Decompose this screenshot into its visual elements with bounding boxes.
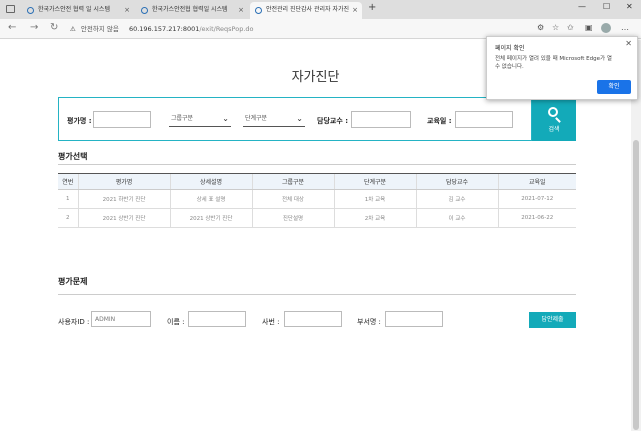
table-row[interactable]: 1 2021 하반기 진단 상세 표 설명 전체 대상 1차 교육 김 교수 2…: [58, 189, 576, 209]
emp-no-input[interactable]: [284, 311, 342, 327]
tab-actions-icon[interactable]: [6, 5, 15, 13]
back-icon[interactable]: ←: [8, 22, 16, 33]
more-menu-icon[interactable]: …: [621, 23, 629, 32]
cell: 1: [58, 189, 78, 209]
tab-label: 한국가스안전 협력 일 시스템: [38, 6, 110, 13]
cell: 상세 표 설명: [169, 189, 252, 209]
col-header: 평가명: [77, 173, 170, 190]
security-label: 안전하지 않음: [80, 25, 119, 33]
eval-name-label: 평가명 :: [67, 117, 92, 125]
group-select[interactable]: 그룹구분 ⌄: [169, 112, 231, 127]
col-header: 그룹구분: [251, 173, 334, 190]
tab-close-icon[interactable]: ×: [124, 2, 130, 18]
url-field[interactable]: ⚠ 안전하지 않음 60.196.157.217:8001/exit/ReqsP…: [70, 22, 550, 36]
warning-icon: ⚠: [70, 25, 76, 33]
user-id-input[interactable]: [91, 311, 151, 327]
col-header: 상세설명: [169, 173, 252, 190]
search-button-label: 검색: [548, 126, 560, 133]
tab-close-icon[interactable]: ×: [238, 2, 244, 18]
date-label: 교육일 :: [427, 117, 452, 125]
divider: [58, 164, 576, 165]
forward-icon[interactable]: →: [30, 22, 38, 33]
tab-close-icon[interactable]: ×: [352, 2, 358, 18]
tab-favicon-icon: [141, 7, 148, 14]
search-icon: [548, 107, 558, 117]
group-select-value: 그룹구분: [171, 115, 194, 122]
stage-select-value: 단계구분: [245, 115, 268, 122]
browser-tab-2[interactable]: 한국가스안전협 협력일 시스템 ×: [136, 2, 248, 19]
cell: 전체 대상: [251, 189, 334, 209]
submit-answer-button[interactable]: 답안제출: [529, 312, 576, 328]
col-header: 교육일: [497, 173, 576, 190]
new-tab-icon[interactable]: +: [368, 2, 376, 13]
browser-tab-1[interactable]: 한국가스안전 협력 일 시스템 ×: [22, 2, 134, 19]
eval-name-input[interactable]: [93, 111, 151, 128]
col-header: 연번: [58, 173, 78, 190]
minimize-icon[interactable]: —: [578, 2, 586, 11]
collections-icon[interactable]: ▣: [585, 23, 593, 32]
cell: 2021-06-22: [497, 208, 576, 228]
browser-tab-3[interactable]: 안전관리 진단감사 관리자 자가진 ×: [250, 2, 362, 19]
cell: 이 교수: [415, 208, 498, 228]
tab-label: 안전관리 진단감사 관리자 자가진: [266, 6, 350, 13]
name-label: 이름 :: [167, 318, 185, 326]
cell: 1차 교육: [333, 189, 416, 209]
popup-close-icon[interactable]: ✕: [625, 39, 632, 48]
tab-favicon-icon: [255, 7, 262, 14]
divider: [58, 294, 576, 295]
popup-title: 페이지 확인: [495, 45, 525, 52]
stage-select[interactable]: 단계구분 ⌄: [243, 112, 305, 127]
eval-select-title: 평가선택: [58, 152, 88, 161]
dept-label: 부서명 :: [357, 318, 381, 326]
url-host: 60.196.157.217:8001: [128, 25, 200, 33]
profile-avatar[interactable]: [601, 23, 611, 33]
professor-label: 담당교수 :: [317, 117, 348, 125]
tab-label: 한국가스안전협 협력일 시스템: [152, 6, 228, 13]
table-header-row: 연번 평가명 상세설명 그룹구분 단계구분 담당교수 교육일: [58, 173, 576, 190]
chevron-down-icon: ⌄: [222, 114, 229, 123]
favorite-icon[interactable]: ☆: [552, 23, 559, 32]
cell: 김 교수: [415, 189, 498, 209]
favorites-bar-icon[interactable]: ✩: [567, 23, 574, 32]
cell: 진단설명: [251, 208, 334, 228]
emp-no-label: 사번 :: [262, 318, 280, 326]
tab-favicon-icon: [27, 7, 34, 14]
window-close-icon[interactable]: ✕: [626, 2, 633, 11]
notification-popup: 페이지 확인 ✕ 전체 페이지가 열려 있을 때 Microsoft Edge가…: [486, 36, 638, 100]
cell: 2021 하반기 진단: [77, 189, 170, 209]
eval-question-title: 평가문제: [58, 277, 88, 286]
dept-input[interactable]: [385, 311, 443, 327]
scrollbar-thumb[interactable]: [633, 140, 639, 430]
col-header: 단계구분: [333, 173, 416, 190]
name-input[interactable]: [188, 311, 246, 327]
browser-tab-bar: 한국가스안전 협력 일 시스템 × 한국가스안전협 협력일 시스템 × 안전관리…: [0, 0, 641, 19]
professor-input[interactable]: [351, 111, 411, 128]
date-input[interactable]: [455, 111, 513, 128]
popup-confirm-button[interactable]: 확인: [597, 80, 631, 94]
eval-table: 연번 평가명 상세설명 그룹구분 단계구분 담당교수 교육일 1 2021 하반…: [58, 173, 576, 228]
site-permissions-icon[interactable]: ⚙: [537, 23, 544, 32]
search-panel: 평가명 : 그룹구분 ⌄ 단계구분 ⌄ 담당교수 : 교육일 :: [58, 97, 532, 141]
cell: 2021-07-12: [497, 189, 576, 209]
col-header: 담당교수: [415, 173, 498, 190]
url-path: /exit/ReqsPop.do: [199, 25, 254, 33]
cell: 2021 상반기 진단: [77, 208, 170, 228]
table-row[interactable]: 2 2021 상반기 진단 2021 상반기 진단 진단설명 2차 교육 이 교…: [58, 208, 576, 228]
cell: 2차 교육: [333, 208, 416, 228]
chevron-down-icon: ⌄: [296, 114, 303, 123]
cell: 2: [58, 208, 78, 228]
popup-message: 전체 페이지가 열려 있을 때 Microsoft Edge가 열 수 없습니다…: [495, 56, 612, 70]
maximize-icon[interactable]: ☐: [603, 2, 610, 11]
search-button[interactable]: 검색: [532, 97, 576, 141]
cell: 2021 상반기 진단: [169, 208, 252, 228]
refresh-icon[interactable]: ↻: [50, 22, 58, 33]
user-id-label: 사용자ID :: [58, 318, 90, 326]
